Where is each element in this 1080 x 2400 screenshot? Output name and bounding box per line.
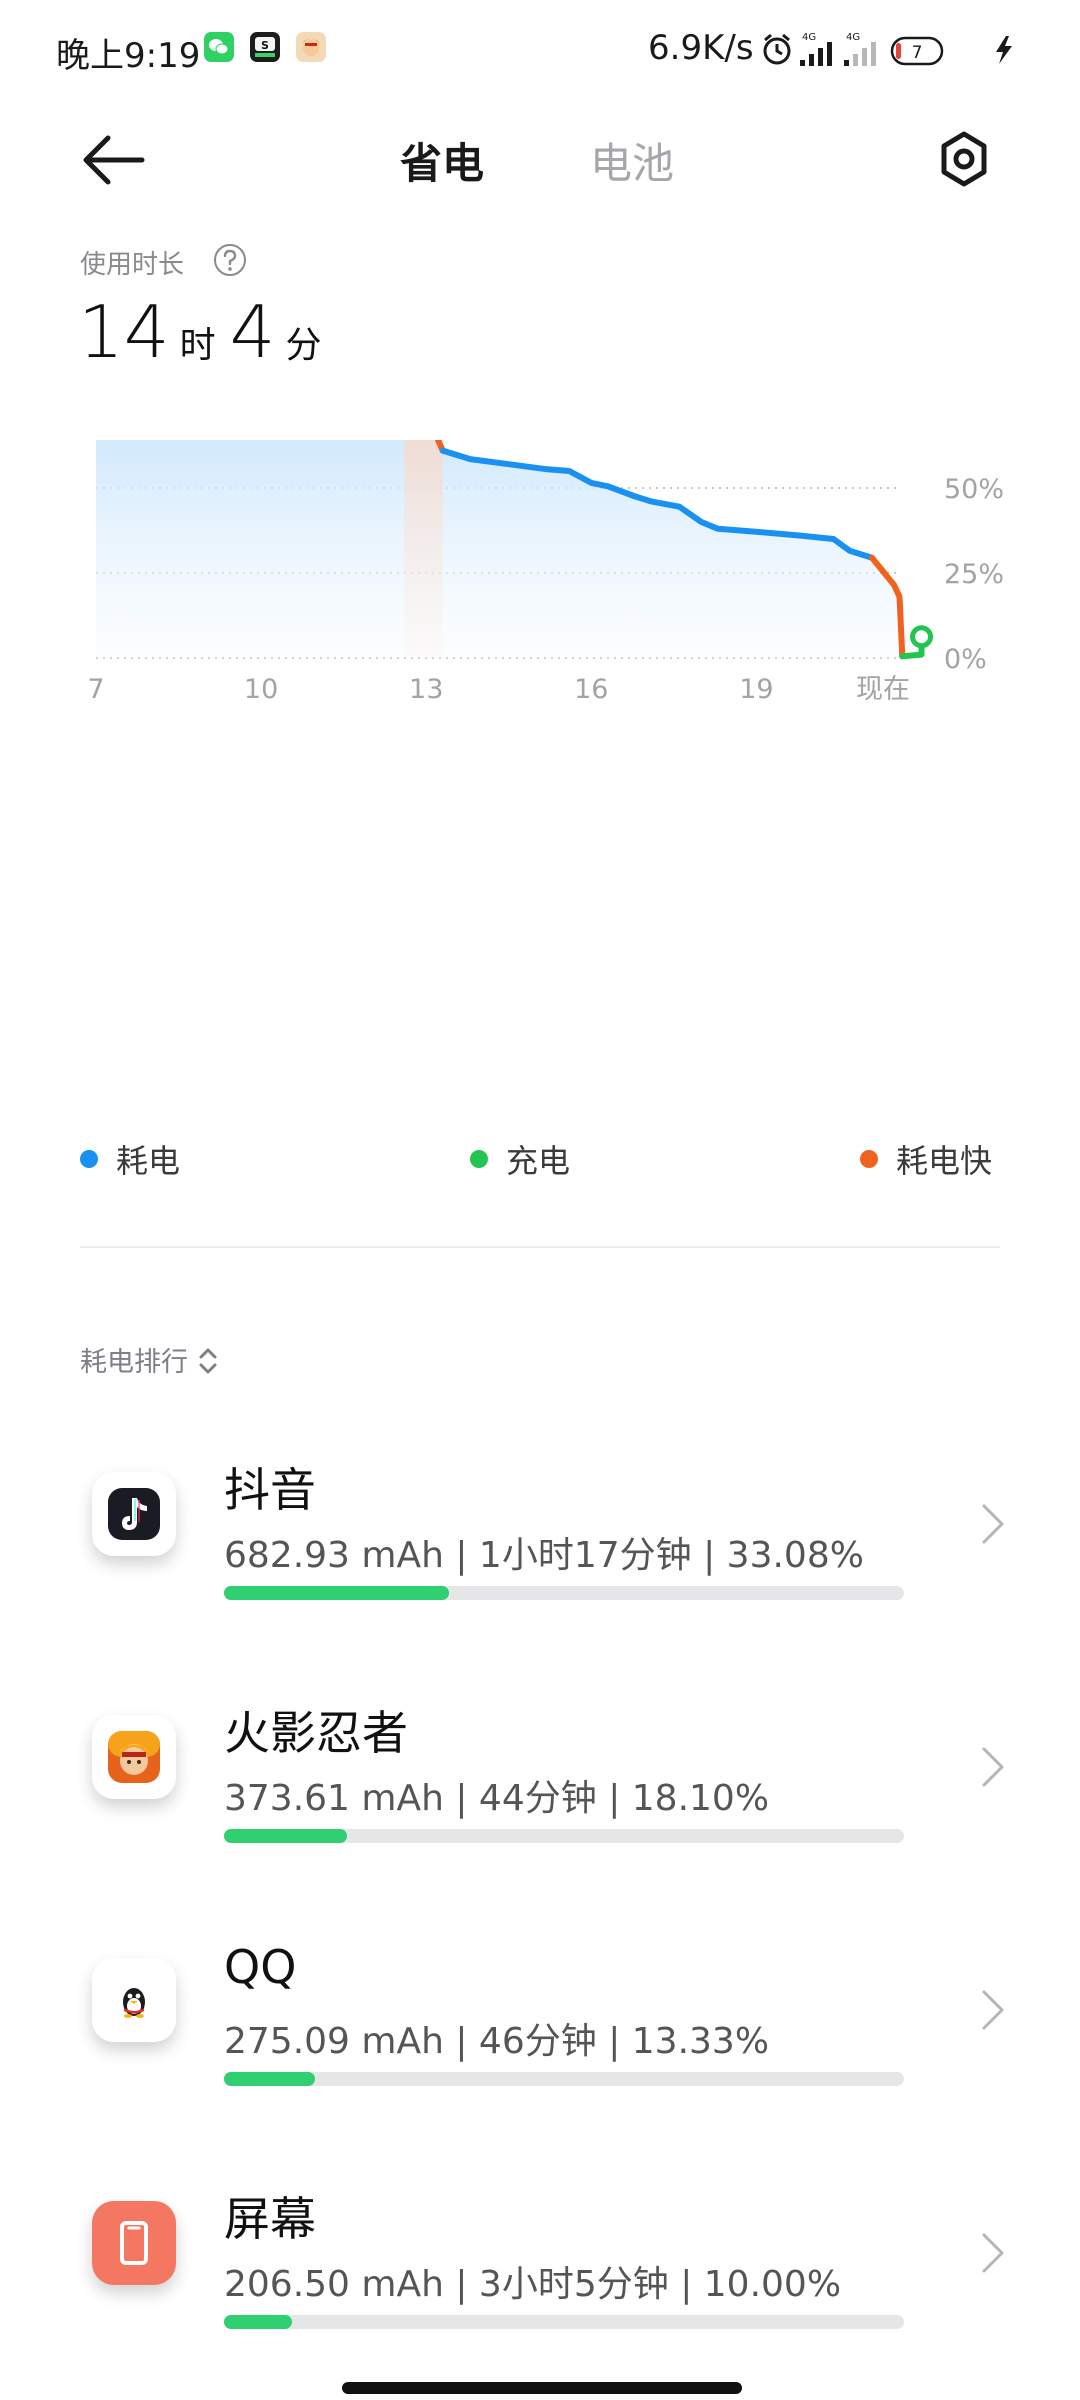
svg-text:7: 7	[912, 43, 923, 63]
douyin-icon	[92, 1472, 176, 1556]
usage-bar-track	[224, 1586, 904, 1600]
section-divider	[80, 1246, 1000, 1248]
legend-drain-dot	[80, 1150, 98, 1168]
usage-hours: 14	[78, 290, 170, 374]
fast-drain-band	[404, 440, 443, 658]
chart-area	[96, 440, 903, 658]
chevron-right-icon	[982, 1504, 1004, 1544]
signal-strength-2-icon: 4G	[844, 32, 876, 66]
usage-hours-unit: 时	[179, 325, 216, 366]
status-icons: 4G 4G 7	[763, 32, 1012, 66]
battery-icon: 7	[890, 36, 944, 66]
list-item-douyin[interactable]: 抖音 682.93 mAh | 1小时17分钟 | 33.08%	[0, 1454, 1080, 1654]
naruto-game-icon	[92, 1715, 176, 1799]
network-speed: 6.9K/s	[648, 28, 754, 68]
tab-power-saving[interactable]: 省电	[400, 130, 484, 191]
usage-bar-track	[224, 2072, 904, 2086]
current-level-marker	[910, 625, 934, 649]
legend-fast-drain: 耗电快	[860, 1136, 992, 1182]
legend-fast-drain-dot	[860, 1150, 878, 1168]
app-name: QQ	[224, 1940, 297, 1994]
legend-fast-drain-label: 耗电快	[896, 1142, 993, 1180]
help-question-icon[interactable]	[212, 242, 248, 278]
x-tick-label: 7	[87, 674, 104, 705]
charging-bolt-icon	[996, 36, 1012, 64]
status-bar: 晚上9:19 S 6.9K/s 4G 4G 7	[0, 0, 1080, 104]
signal-strength-icon: 4G	[800, 32, 832, 66]
legend-drain-label: 耗电	[116, 1142, 181, 1180]
y-tick-label: 50%	[944, 474, 1004, 505]
svg-text:4G: 4G	[846, 32, 860, 43]
legend-charge-label: 充电	[506, 1142, 571, 1180]
back-arrow-icon[interactable]	[78, 128, 150, 192]
x-tick-label: 13	[409, 674, 443, 705]
screen-icon	[92, 2201, 176, 2285]
list-item-screen[interactable]: 屏幕 206.50 mAh | 3小时5分钟 | 10.00%	[0, 2183, 1080, 2383]
status-time: 晚上9:19	[56, 36, 201, 76]
app-s-icon: S	[250, 32, 280, 62]
usage-bar-track	[224, 1829, 904, 1843]
usage-minutes-unit: 分	[285, 325, 322, 366]
usage-bar-track	[224, 2315, 904, 2329]
battery-area-fill	[96, 440, 903, 658]
list-item-naruto[interactable]: 火影忍者 373.61 mAh | 44分钟 | 18.10%	[0, 1697, 1080, 1897]
sort-chevrons-icon	[199, 1348, 217, 1374]
usage-duration-value: 14 时 4 分	[78, 290, 335, 374]
y-tick-label: 25%	[944, 559, 1004, 590]
y-tick-label: 0%	[944, 644, 987, 675]
app-stats: 682.93 mAh | 1小时17分钟 | 33.08%	[224, 1535, 864, 1576]
naruto-game-icon	[296, 32, 326, 62]
app-name: 屏幕	[224, 2192, 316, 2246]
app-name: 火影忍者	[224, 1706, 408, 1760]
svg-text:4G: 4G	[802, 32, 816, 43]
chart-x-ticks: 7 10 13 16 19 现在	[87, 674, 910, 705]
app-name: 抖音	[224, 1463, 316, 1517]
sort-label: 耗电排行	[80, 1347, 188, 1378]
x-tick-label: 19	[739, 674, 773, 705]
tab-battery[interactable]: 电池	[590, 130, 674, 191]
usage-bar-fill	[224, 1586, 449, 1600]
x-tick-label: 现在	[856, 674, 910, 705]
usage-bar-fill	[224, 2072, 315, 2086]
chevron-right-icon	[982, 1990, 1004, 2030]
chevron-right-icon	[982, 2233, 1004, 2273]
legend-charge: 充电	[470, 1136, 570, 1182]
x-tick-label: 10	[244, 674, 278, 705]
home-indicator[interactable]	[342, 2382, 742, 2394]
svg-text:S: S	[261, 39, 269, 52]
legend-drain: 耗电	[80, 1136, 180, 1182]
usage-minutes: 4	[229, 290, 276, 374]
battery-level-chart: 100%75%50%25%0% 710131619现在	[87, 440, 1004, 705]
x-tick-label: 16	[574, 674, 608, 705]
app-stats: 373.61 mAh | 44分钟 | 18.10%	[224, 1778, 770, 1819]
usage-bar-fill	[224, 1829, 348, 1843]
chevron-right-icon	[982, 1747, 1004, 1787]
qq-penguin-icon	[92, 1958, 176, 2042]
wechat-icon	[204, 32, 234, 62]
app-stats: 275.09 mAh | 46分钟 | 13.33%	[224, 2021, 770, 2062]
usage-duration-label: 使用时长	[80, 250, 185, 280]
app-stats: 206.50 mAh | 3小时5分钟 | 10.00%	[224, 2264, 842, 2305]
usage-bar-fill	[224, 2315, 292, 2329]
legend-charge-dot	[470, 1150, 488, 1168]
chart-y-ticks: 100%75%50%25%0%	[944, 474, 1004, 675]
sort-by-consumption[interactable]: 耗电排行	[80, 1340, 220, 1379]
settings-gear-icon[interactable]	[934, 128, 994, 192]
alarm-icon	[763, 33, 791, 65]
list-item-qq[interactable]: QQ 275.09 mAh | 46分钟 | 13.33%	[0, 1940, 1080, 2140]
